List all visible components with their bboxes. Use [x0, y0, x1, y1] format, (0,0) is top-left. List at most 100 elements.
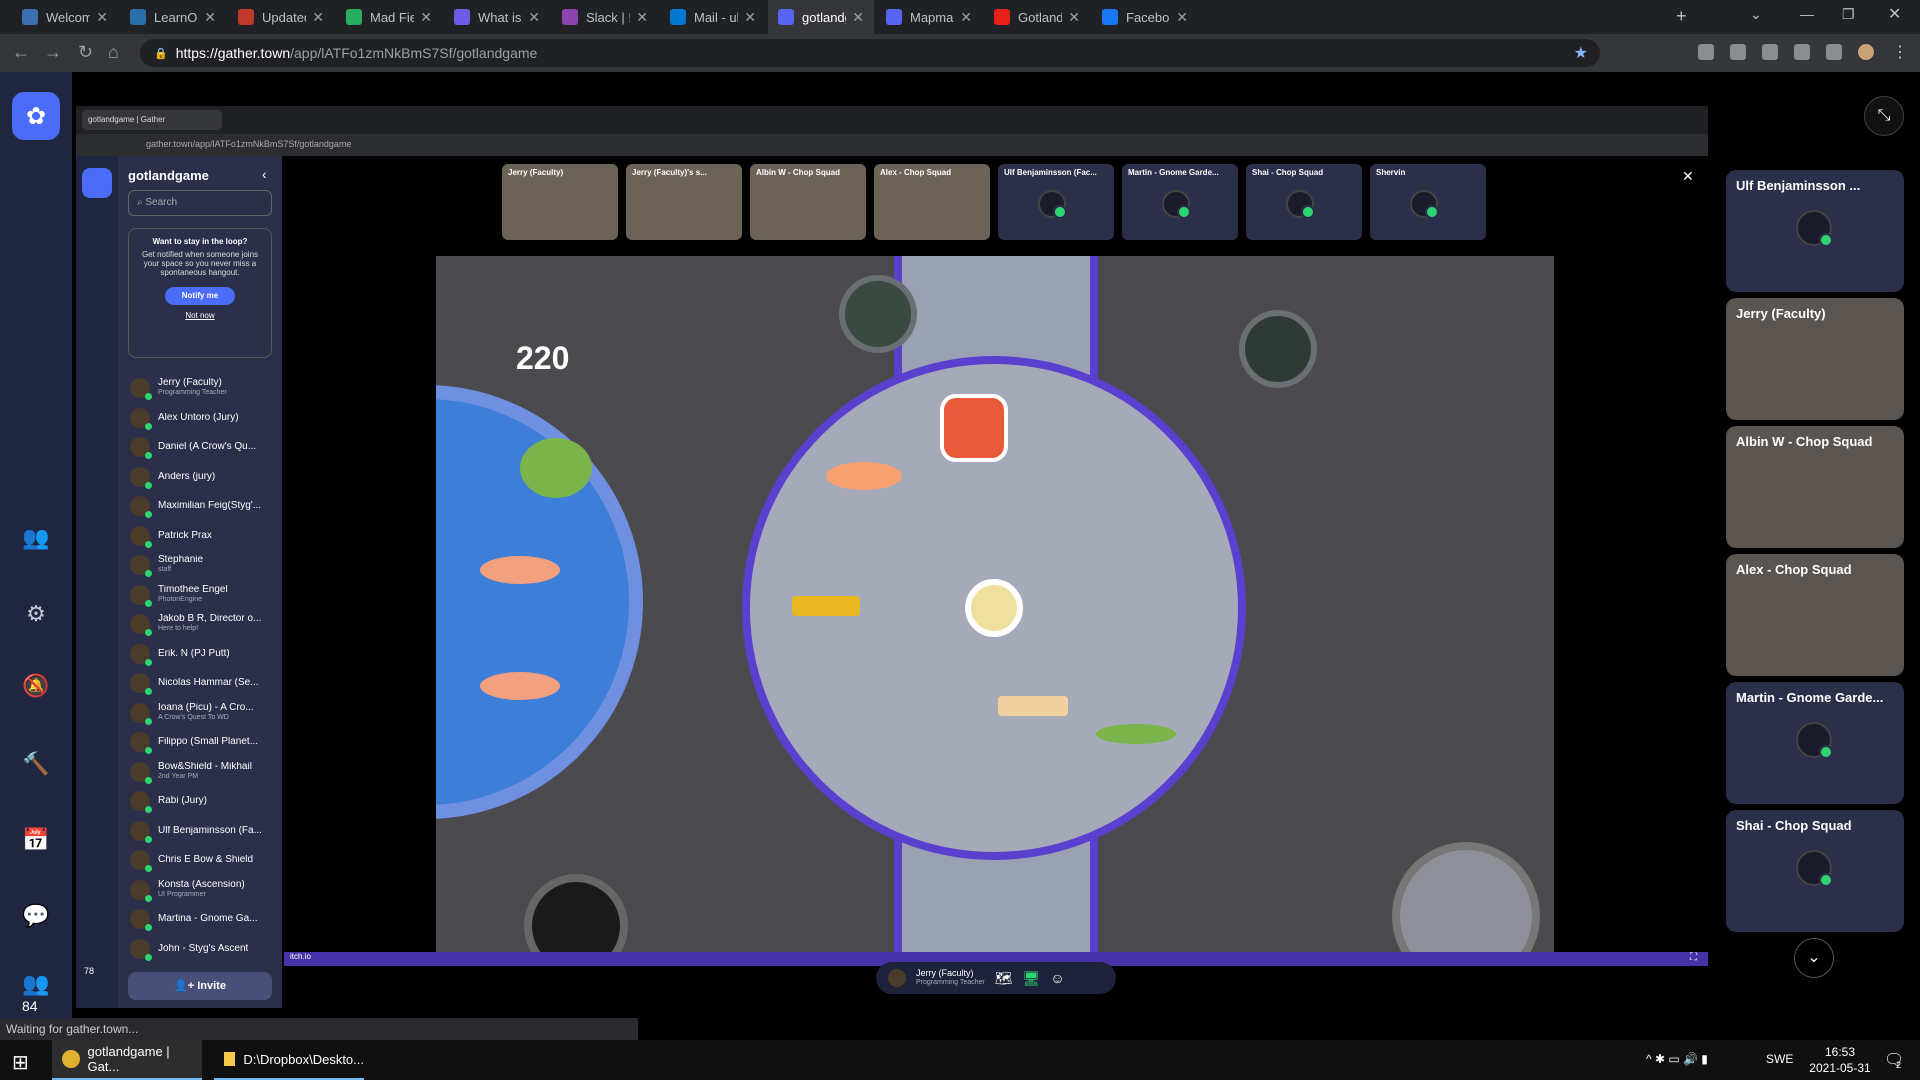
tab-close-icon[interactable]: ✕ — [312, 9, 324, 26]
tab-close-icon[interactable]: ✕ — [528, 9, 540, 26]
member-list-item[interactable]: Jakob B R, Director o... Here to help! — [130, 610, 280, 638]
member-list-item[interactable]: Ioana (Picu) - A Cro... A Crow's Quest To… — [130, 699, 280, 727]
minimize-screen-share-icon[interactable]: ⤡ — [1864, 96, 1904, 136]
url-input[interactable]: 🔒 https://gather.town/app/lATFo1zmNkBmS7… — [140, 39, 1600, 67]
invite-button[interactable]: 👤+ Invite — [128, 972, 272, 1000]
minimize-window-button[interactable]: — — [1800, 6, 1814, 22]
taskbar-chrome[interactable]: gotlandgame | Gat... — [52, 1040, 202, 1080]
tab-close-icon[interactable]: ✕ — [744, 9, 756, 26]
close-thumbs-icon[interactable]: ✕ — [1682, 168, 1694, 185]
browser-menu-icon[interactable]: ⋮ — [1892, 42, 1908, 62]
tab-close-icon[interactable]: ✕ — [96, 9, 108, 26]
member-list-item[interactable]: Konsta (Ascension) UI Programmer — [130, 876, 280, 904]
extension-icon-2[interactable] — [1730, 44, 1746, 60]
browser-tab[interactable]: What is the diffe ✕ — [444, 0, 550, 34]
collapse-chevron-icon[interactable]: ‹ — [262, 166, 267, 182]
self-avatar[interactable] — [888, 969, 906, 987]
browser-tab[interactable]: Mad Fientist's F ✕ — [336, 0, 442, 34]
taskbar-explorer[interactable]: D:\Dropbox\Deskto... — [214, 1040, 364, 1080]
member-list-item[interactable]: John - Styg's Ascent — [130, 935, 280, 963]
member-list-item[interactable]: Anders (jury) — [130, 463, 280, 491]
calendar-icon[interactable]: 📅 — [20, 824, 52, 856]
participant-card[interactable]: Shai - Chop Squad — [1726, 810, 1904, 932]
bookmark-star-icon[interactable]: ★ — [1574, 43, 1588, 63]
member-list-item[interactable]: Chris E Bow & Shield — [130, 846, 280, 874]
member-list-item[interactable]: Filippo (Small Planet... — [130, 728, 280, 756]
build-hammer-icon[interactable]: 🔨 — [20, 748, 52, 780]
tab-close-icon[interactable]: ✕ — [960, 9, 972, 26]
participant-card[interactable]: Alex - Chop Squad — [1726, 554, 1904, 676]
browser-tab[interactable]: Gotland Game C ✕ — [984, 0, 1090, 34]
participant-thumbnail[interactable]: Martin - Gnome Garde... — [1122, 164, 1238, 240]
language-indicator[interactable]: SWE — [1766, 1052, 1793, 1066]
browser-tab[interactable]: Mapmaker | Gat ✕ — [876, 0, 982, 34]
itch-io-link[interactable]: itch.io — [290, 952, 311, 961]
not-now-link[interactable]: Not now — [137, 311, 263, 320]
back-button[interactable]: ← — [12, 42, 30, 63]
member-list-item[interactable]: Maximilian Feig(Styg'... — [130, 492, 280, 520]
participant-thumbnail[interactable]: Albin W - Chop Squad — [750, 164, 866, 240]
participant-thumbnail[interactable]: Jerry (Faculty) — [502, 164, 618, 240]
clock[interactable]: 16:53 2021-05-31 — [1800, 1044, 1880, 1076]
profile-avatar[interactable] — [1858, 44, 1874, 60]
inner-gather-logo-icon[interactable] — [82, 168, 112, 198]
notify-me-button[interactable]: Notify me — [165, 287, 235, 305]
member-list-item[interactable]: Stephanie staff — [130, 551, 280, 579]
map-icon[interactable]: 🗺 — [995, 970, 1013, 987]
member-list-item[interactable]: Daniel (A Crow's Qu... — [130, 433, 280, 461]
participant-thumbnail[interactable]: Shervin — [1370, 164, 1486, 240]
extension-icon-1[interactable] — [1698, 44, 1714, 60]
notifications-icon[interactable]: 🗨 — [1884, 1050, 1904, 1070]
extensions-puzzle-icon[interactable] — [1794, 44, 1810, 60]
game-canvas[interactable]: 220 — [209, 256, 1554, 990]
close-window-button[interactable]: ✕ — [1888, 4, 1901, 24]
participant-thumbnail[interactable]: Shai - Chop Squad — [1246, 164, 1362, 240]
inner-tab[interactable]: gotlandgame | Gather — [82, 110, 222, 130]
participant-thumbnail[interactable]: Alex - Chop Squad — [874, 164, 990, 240]
gear-icon[interactable]: ⚙ — [20, 598, 52, 630]
people-icon[interactable]: 👥 — [20, 522, 52, 554]
browser-tab[interactable]: Mail - ulf.benjar ✕ — [660, 0, 766, 34]
reload-button[interactable]: ↻ — [78, 42, 93, 63]
participant-card[interactable]: Ulf Benjaminsson ... — [1726, 170, 1904, 292]
participants-icon[interactable]: 👥 — [20, 968, 52, 1000]
participant-thumbnail[interactable]: Jerry (Faculty)'s s... — [626, 164, 742, 240]
browser-tab[interactable]: Welcome to Pyg ✕ — [12, 0, 118, 34]
restore-window-button[interactable]: ❐ — [1842, 6, 1855, 23]
tab-search-icon[interactable]: ⌄ — [1750, 6, 1762, 23]
member-list-item[interactable]: Martina - Gnome Ga... — [130, 905, 280, 933]
tab-close-icon[interactable]: ✕ — [1068, 9, 1080, 26]
screen-share-icon[interactable]: 🖥 — [1023, 970, 1041, 987]
participant-thumbnail[interactable]: Ulf Benjaminsson (Fac... — [998, 164, 1114, 240]
browser-tab[interactable]: Slack | ! ggc202 ✕ — [552, 0, 658, 34]
tab-close-icon[interactable]: ✕ — [852, 9, 864, 26]
new-tab-button[interactable]: + — [1676, 6, 1687, 27]
tab-close-icon[interactable]: ✕ — [1176, 9, 1188, 26]
browser-tab[interactable]: Facebook ✕ — [1092, 0, 1198, 34]
member-list-item[interactable]: Ulf Benjaminsson (Fa... — [130, 817, 280, 845]
member-list-item[interactable]: Timothee Engel PhotonEngine — [130, 581, 280, 609]
search-input[interactable]: ⌕ Search — [128, 190, 272, 216]
tab-close-icon[interactable]: ✕ — [420, 9, 432, 26]
browser-tab[interactable]: LearnOpenGL - ✕ — [120, 0, 226, 34]
fullscreen-icon[interactable]: ⛶ — [1690, 952, 1697, 963]
scroll-down-chevron-icon[interactable]: ⌄ — [1794, 938, 1834, 978]
forward-button[interactable]: → — [44, 42, 62, 63]
browser-tab[interactable]: Updated Trinity ✕ — [228, 0, 334, 34]
participant-card[interactable]: Albin W - Chop Squad — [1726, 426, 1904, 548]
mute-notifications-icon[interactable]: 🔕 — [20, 670, 52, 702]
member-list-item[interactable]: Erik. N (PJ Putt) — [130, 640, 280, 668]
participant-card[interactable]: Martin - Gnome Garde... — [1726, 682, 1904, 804]
reading-list-icon[interactable] — [1826, 44, 1842, 60]
member-list-item[interactable]: Jerry (Faculty) Programming Teacher — [130, 374, 280, 402]
member-list-item[interactable]: Alex Untoro (Jury) — [130, 404, 280, 432]
tab-close-icon[interactable]: ✕ — [204, 9, 216, 26]
member-list-item[interactable]: Rabi (Jury) — [130, 787, 280, 815]
inner-url[interactable]: gather.town/app/lATFo1zmNkBmS7Sf/gotland… — [146, 139, 351, 149]
participant-card[interactable]: Jerry (Faculty) — [1726, 298, 1904, 420]
member-list-item[interactable]: Patrick Prax — [130, 522, 280, 550]
tray-icons[interactable]: ^ ✱ ▭ 🔊 ▮ — [1646, 1052, 1708, 1066]
member-list-item[interactable]: Nicolas Hammar (Se... — [130, 669, 280, 697]
extension-icon-3[interactable] — [1762, 44, 1778, 60]
gather-logo-icon[interactable]: ✿ — [12, 92, 60, 140]
